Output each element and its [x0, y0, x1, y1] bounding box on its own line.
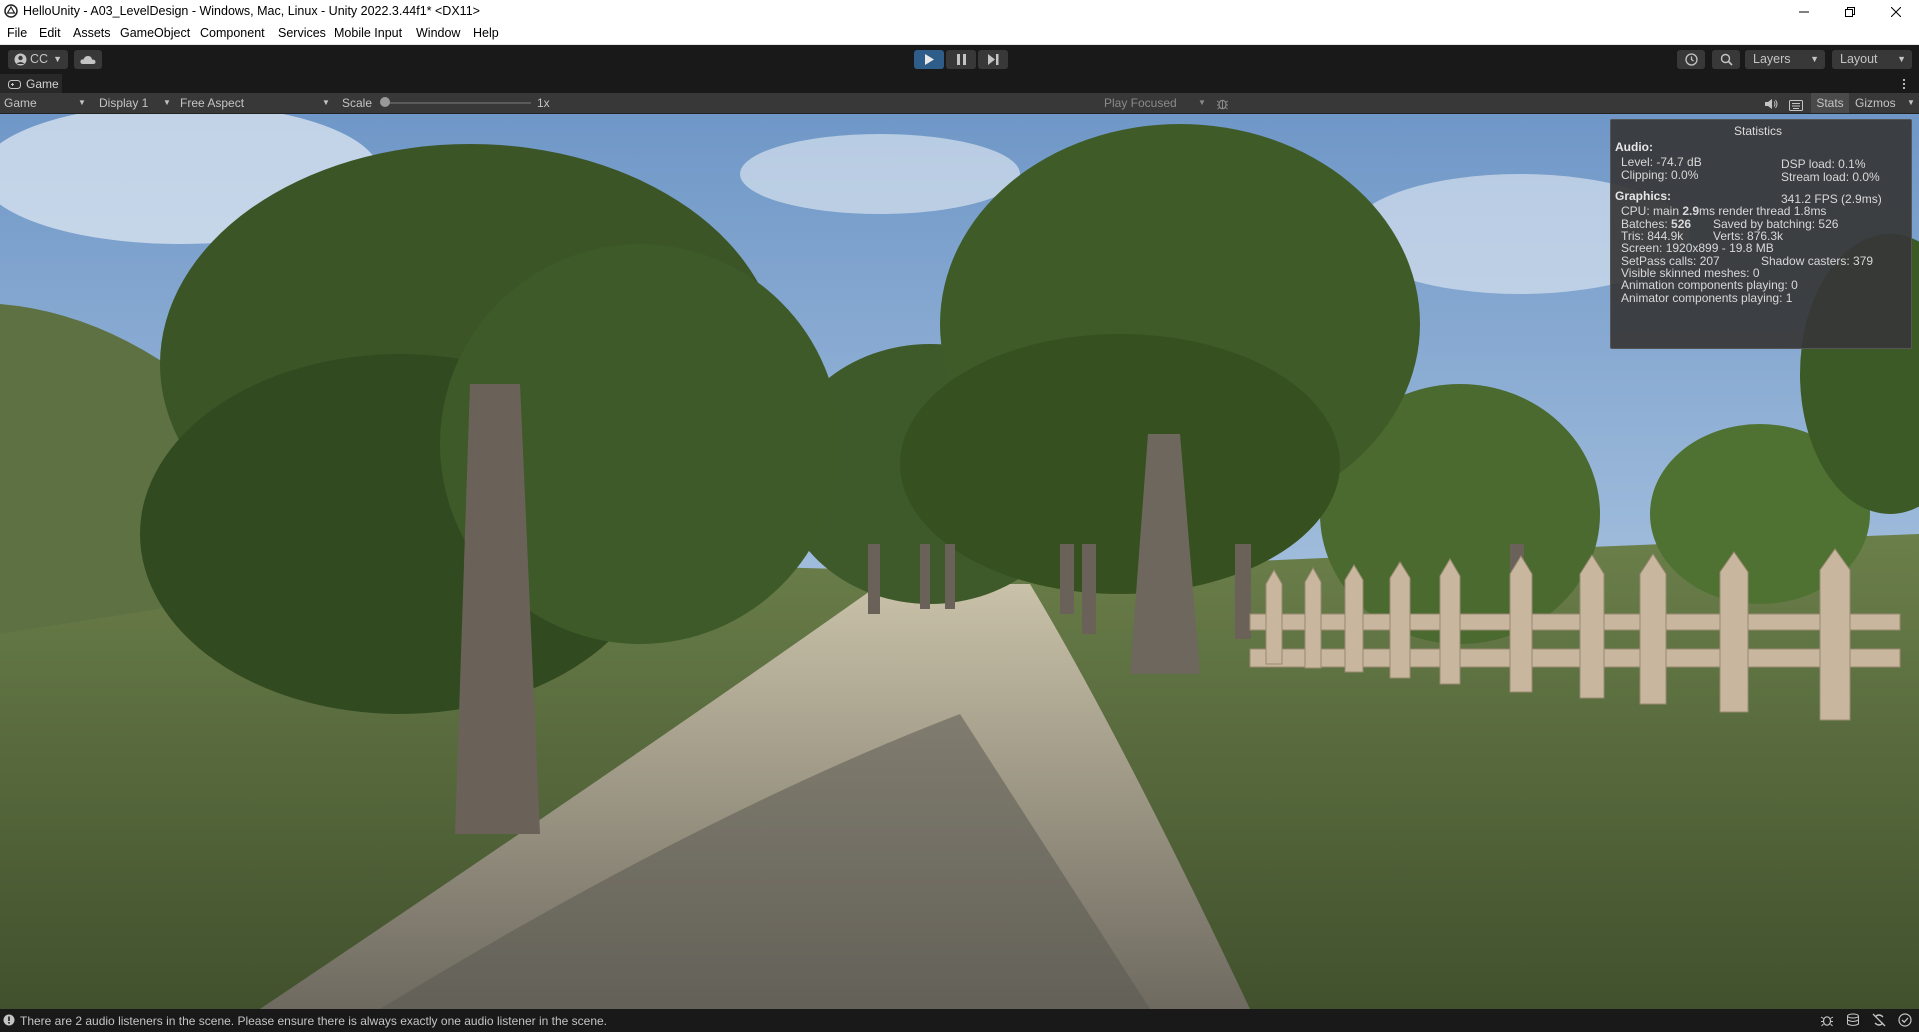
checkmark-circle-icon[interactable]	[1898, 1013, 1912, 1027]
stats-toggle[interactable]: Stats	[1811, 93, 1849, 113]
gamepad-icon	[8, 79, 21, 89]
status-bar: There are 2 audio listeners in the scene…	[0, 1009, 1919, 1032]
gizmos-dropdown[interactable]: Gizmos ▼	[1855, 93, 1915, 113]
window-title: HelloUnity - A03_LevelDesign - Windows, …	[23, 4, 480, 18]
layout-label: Layout	[1840, 52, 1878, 66]
pause-icon	[956, 54, 966, 65]
chevron-down-icon: ▼	[1198, 98, 1206, 107]
stats-cpu-suffix: ms render thread 1.8ms	[1699, 204, 1827, 218]
menu-gameobject[interactable]: GameObject	[120, 26, 190, 40]
history-button[interactable]	[1677, 50, 1705, 69]
account-label: CC	[30, 52, 49, 66]
bug-icon[interactable]	[1820, 1013, 1834, 1027]
menu-edit[interactable]: Edit	[39, 26, 61, 40]
layers-dropdown[interactable]: Layers ▼	[1745, 50, 1825, 69]
game-view-toolbar: Game ▼ Display 1 ▼ Free Aspect ▼ Scale 1…	[0, 93, 1919, 114]
scale-slider-track[interactable]	[386, 102, 531, 104]
close-icon	[1891, 7, 1901, 17]
menu-assets[interactable]: Assets	[73, 26, 111, 40]
step-button[interactable]	[978, 50, 1008, 69]
close-button[interactable]	[1873, 0, 1919, 24]
minimize-icon	[1799, 11, 1809, 13]
status-message[interactable]: There are 2 audio listeners in the scene…	[20, 1014, 607, 1028]
layers-label: Layers	[1753, 52, 1791, 66]
minimize-button[interactable]	[1781, 0, 1827, 24]
cloud-button[interactable]	[74, 50, 102, 69]
bug-icon	[1216, 99, 1229, 110]
step-icon	[987, 54, 998, 65]
mute-audio-button[interactable]	[1765, 96, 1779, 116]
stats-shadow-casters: Shadow casters: 379	[1761, 254, 1874, 268]
account-dropdown[interactable]: CC ▼	[8, 50, 68, 69]
display-select[interactable]: Display 1 ▼	[99, 93, 173, 113]
search-icon	[1720, 53, 1733, 66]
chevron-down-icon: ▼	[1907, 98, 1915, 107]
display-select-label: Display 1	[99, 96, 149, 110]
view-select[interactable]: Game ▼	[4, 93, 88, 113]
stats-clipping: Clipping: 0.0%	[1621, 168, 1699, 182]
tab-game[interactable]: Game	[0, 74, 62, 94]
keyboard-icon	[1789, 100, 1803, 111]
stats-level: Level: -74.7 dB	[1621, 155, 1702, 169]
view-select-label: Game	[4, 96, 37, 110]
main-toolbar: CC ▼ Layers ▼ Layout ▼	[0, 45, 1919, 74]
database-icon[interactable]	[1846, 1013, 1860, 1027]
frame-debugger-button[interactable]	[1216, 96, 1230, 116]
kebab-menu-icon	[1902, 78, 1906, 90]
stats-animation: Animation components playing: 0	[1621, 278, 1798, 292]
info-icon	[3, 1014, 15, 1026]
play-mode-select[interactable]: Play Focused ▼	[1104, 93, 1208, 113]
menu-component[interactable]: Component	[200, 26, 265, 40]
cloud-icon	[80, 55, 96, 64]
stats-cpu-main: 2.9	[1682, 204, 1700, 218]
scale-slider-thumb[interactable]	[380, 97, 390, 107]
menu-help[interactable]: Help	[473, 26, 499, 40]
stats-screen: Screen: 1920x899 - 19.8 MB	[1621, 241, 1774, 255]
chevron-down-icon: ▼	[322, 98, 330, 107]
aspect-select[interactable]: Free Aspect ▼	[180, 93, 332, 113]
scale-value: 1x	[537, 96, 550, 110]
tab-menu-button[interactable]	[1902, 77, 1906, 91]
history-icon	[1684, 53, 1698, 66]
tab-game-label: Game	[26, 77, 59, 91]
menu-window[interactable]: Window	[416, 26, 460, 40]
restore-icon	[1845, 7, 1855, 17]
chevron-down-icon: ▼	[78, 98, 86, 107]
scale-label: Scale	[342, 96, 373, 110]
play-icon	[925, 54, 934, 65]
chevron-down-icon: ▼	[53, 54, 62, 64]
stats-stream-load: Stream load: 0.0%	[1781, 170, 1880, 184]
account-icon	[14, 53, 27, 66]
stats-dsp-load: DSP load: 0.1%	[1781, 157, 1866, 171]
stats-graphics-header: Graphics:	[1615, 189, 1672, 203]
chevron-down-icon: ▼	[1810, 54, 1819, 64]
play-button[interactable]	[914, 50, 944, 69]
stats-audio-header: Audio:	[1615, 140, 1653, 154]
pause-button[interactable]	[946, 50, 976, 69]
stats-cpu: CPU: main 2.9ms render thread 1.8ms	[1621, 204, 1826, 218]
menu-services[interactable]: Services	[278, 26, 326, 40]
unity-logo-icon	[4, 4, 18, 18]
stats-cpu-prefix: CPU: main	[1621, 204, 1683, 218]
sync-off-icon[interactable]	[1872, 1013, 1886, 1027]
menu-bar: File Edit Assets GameObject Component Se…	[0, 24, 1919, 45]
gizmos-label: Gizmos	[1855, 96, 1896, 110]
maximize-button[interactable]	[1827, 0, 1873, 24]
search-button[interactable]	[1712, 50, 1740, 69]
menu-mobile-input[interactable]: Mobile Input	[334, 26, 402, 40]
aspect-select-label: Free Aspect	[180, 96, 245, 110]
layout-dropdown[interactable]: Layout ▼	[1832, 50, 1912, 69]
statistics-panel: Statistics Audio: Level: -74.7 dB Clippi…	[1610, 119, 1912, 349]
tab-bar: Game	[0, 74, 1919, 94]
stats-animator: Animator components playing: 1	[1621, 291, 1793, 305]
window-title-bar: HelloUnity - A03_LevelDesign - Windows, …	[0, 0, 1919, 24]
stats-toggle-label: Stats	[1816, 96, 1844, 110]
play-mode-label: Play Focused	[1104, 96, 1177, 110]
chevron-down-icon: ▼	[1897, 54, 1906, 64]
stats-title: Statistics	[1734, 124, 1783, 138]
chevron-down-icon: ▼	[163, 98, 171, 107]
menu-file[interactable]: File	[7, 26, 27, 40]
speaker-icon	[1765, 99, 1778, 109]
